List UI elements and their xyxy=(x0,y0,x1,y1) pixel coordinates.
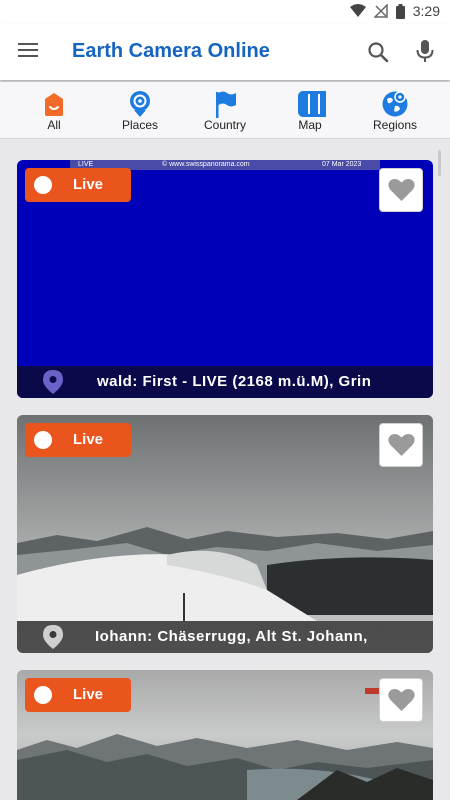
place-icon xyxy=(130,91,150,117)
search-icon[interactable] xyxy=(366,40,390,64)
status-bar: 3:29 xyxy=(0,0,450,24)
map-icon xyxy=(298,91,326,117)
flag-icon xyxy=(216,91,236,118)
microphone-icon[interactable] xyxy=(414,39,436,63)
tab-regions[interactable]: Regions xyxy=(350,82,440,138)
live-badge[interactable]: Live xyxy=(25,678,131,712)
menu-icon[interactable] xyxy=(18,42,38,58)
favorite-button[interactable] xyxy=(379,423,423,467)
tab-label: Regions xyxy=(372,118,418,132)
wifi-icon xyxy=(349,4,366,17)
camera-location: Iohann: Chäserrugg, Alt St. Johann, xyxy=(95,628,368,645)
battery-icon xyxy=(395,3,405,19)
location-caption: wald: First - LIVE (2168 m.ü.M), Grin xyxy=(17,366,433,398)
category-tabs: All Places Country Map Regions xyxy=(0,82,450,139)
camera-location: wald: First - LIVE (2168 m.ü.M), Grin xyxy=(97,373,372,390)
banner-center-text: © www.swisspanorama.com xyxy=(162,161,250,168)
live-badge[interactable]: Live xyxy=(25,423,131,457)
live-dot-icon xyxy=(34,176,52,194)
favorite-button[interactable] xyxy=(379,168,423,212)
tab-label: Places xyxy=(121,118,159,132)
app-bar: Earth Camera Online xyxy=(0,24,450,80)
heart-icon xyxy=(388,688,415,711)
live-dot-icon xyxy=(34,686,52,704)
tab-all[interactable]: All xyxy=(9,82,99,138)
tab-places[interactable]: Places xyxy=(95,82,185,138)
app-title: Earth Camera Online xyxy=(72,40,270,62)
camera-card[interactable]: Live Iohann: Chäserrugg, Alt St. Johann, xyxy=(17,415,433,653)
home-icon xyxy=(45,93,63,116)
tab-map[interactable]: Map xyxy=(265,82,355,138)
scrollbar[interactable] xyxy=(438,150,441,176)
tab-label: Map xyxy=(298,118,322,132)
live-label: Live xyxy=(73,431,104,448)
favorite-button[interactable] xyxy=(379,678,423,722)
camera-card[interactable]: LIVE © www.swisspanorama.com 07 Mar 2023… xyxy=(17,160,433,398)
heart-icon xyxy=(388,178,415,201)
camera-card[interactable]: Live xyxy=(17,670,433,800)
live-label: Live xyxy=(73,686,104,703)
status-time: 3:29 xyxy=(412,3,440,19)
live-badge[interactable]: Live xyxy=(25,168,131,202)
heart-icon xyxy=(388,433,415,456)
location-pin-icon xyxy=(43,625,63,649)
no-signal-icon xyxy=(373,4,388,18)
banner-right-text: 07 Mar 2023 xyxy=(322,161,362,168)
live-dot-icon xyxy=(34,431,52,449)
live-label: Live xyxy=(73,176,104,193)
location-caption: Iohann: Chäserrugg, Alt St. Johann, xyxy=(17,621,433,653)
location-pin-icon xyxy=(43,370,63,394)
tab-country[interactable]: Country xyxy=(180,82,270,138)
globe-icon xyxy=(382,91,408,117)
tab-label: Country xyxy=(203,118,247,132)
tab-label: All xyxy=(47,118,61,132)
